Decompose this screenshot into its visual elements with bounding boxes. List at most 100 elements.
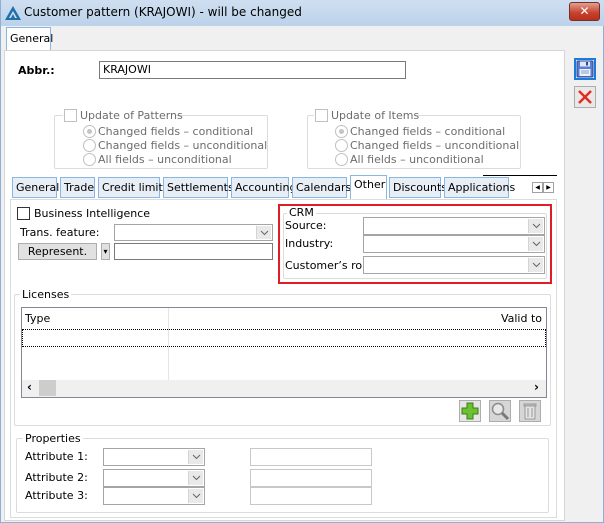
plus-icon — [461, 402, 479, 420]
column-header-type[interactable]: Type — [25, 312, 50, 325]
horizontal-scrollbar[interactable]: ‹ › — [22, 380, 546, 397]
abbr-label: Abbr.: — [18, 64, 55, 77]
attribute-1-input[interactable] — [250, 448, 372, 466]
attribute-2-select[interactable] — [103, 469, 205, 487]
source-label: Source: — [285, 219, 327, 232]
industry-select[interactable] — [363, 235, 545, 253]
licenses-legend: Licenses — [20, 288, 72, 301]
attribute-2-label: Attribute 2: — [25, 471, 88, 484]
search-icon — [491, 402, 510, 421]
attribute-3-select[interactable] — [103, 487, 205, 505]
tab-general-outer[interactable]: General — [6, 27, 54, 50]
caret-down-icon: ▾ — [103, 247, 108, 256]
tab-credit-limits[interactable]: Credit limits — [98, 177, 169, 198]
scroll-right-icon[interactable]: › — [534, 380, 539, 394]
represent-button-label: Represent. — [27, 245, 88, 258]
business-intelligence-label: Business Intelligence — [34, 207, 151, 220]
customer-role-select[interactable] — [363, 256, 545, 274]
tab-label: General — [16, 181, 60, 194]
chevron-down-icon[interactable] — [528, 219, 543, 233]
tab-general[interactable]: General — [12, 177, 60, 198]
attribute-3-input[interactable] — [250, 487, 372, 505]
update-items-checkbox[interactable] — [315, 109, 328, 122]
items-radio-changed-conditional[interactable] — [335, 125, 348, 138]
crm-legend: CRM — [287, 206, 316, 219]
attribute-3-label: Attribute 3: — [25, 489, 88, 502]
close-button[interactable]: ✕ — [569, 2, 600, 21]
chevron-down-icon[interactable] — [188, 489, 203, 503]
chevron-down-icon[interactable] — [528, 258, 543, 272]
attribute-1-label: Attribute 1: — [25, 450, 88, 463]
patterns-radio-changed-conditional[interactable] — [83, 125, 96, 138]
tab-trade[interactable]: Trade — [60, 177, 95, 198]
column-header-valid-to[interactable]: Valid to — [501, 312, 542, 325]
arrow-right-icon: ▶ — [546, 184, 551, 191]
represent-button[interactable]: Represent. — [18, 243, 97, 260]
patterns-option-label: Changed fields – conditional — [98, 125, 254, 138]
add-license-button[interactable] — [459, 400, 481, 422]
delete-license-button[interactable] — [519, 400, 541, 422]
tab-discounts[interactable]: Discounts — [389, 177, 447, 198]
tab-label: General — [10, 32, 54, 45]
update-patterns-label: Update of Patterns — [80, 109, 183, 122]
app-logo-icon — [5, 6, 21, 20]
arrow-left-icon: ◀ — [535, 184, 540, 191]
search-license-button[interactable] — [489, 400, 511, 422]
patterns-option-label: All fields – unconditional — [98, 153, 232, 166]
tab-label: Accounting — [235, 181, 297, 194]
tab-label: Applications — [448, 181, 516, 194]
chevron-down-icon[interactable] — [256, 226, 271, 239]
chevron-down-icon[interactable] — [188, 471, 203, 485]
patterns-radio-changed-unconditional[interactable] — [83, 139, 96, 152]
title-bar: Customer pattern (KRAJOWI) - will be cha… — [1, 0, 604, 26]
window-title: Customer pattern (KRAJOWI) - will be cha… — [24, 5, 302, 19]
tab-label: Other — [354, 178, 386, 191]
items-option-label: Changed fields – unconditional — [350, 139, 520, 152]
tab-scroll-right-button[interactable]: ▶ — [543, 182, 554, 193]
tab-accounting[interactable]: Accounting — [231, 177, 296, 198]
trans-feature-select[interactable] — [114, 224, 273, 241]
industry-label: Industry: — [285, 237, 334, 250]
tab-label: Discounts — [393, 181, 448, 194]
chevron-down-icon[interactable] — [188, 450, 203, 464]
items-option-label: Changed fields – conditional — [350, 125, 506, 138]
business-intelligence-checkbox[interactable] — [17, 207, 30, 220]
attribute-2-input[interactable] — [250, 469, 372, 487]
patterns-option-label: Changed fields – unconditional — [98, 139, 268, 152]
save-button[interactable] — [574, 58, 596, 80]
tab-other[interactable]: Other — [350, 175, 387, 199]
close-icon: ✕ — [579, 4, 590, 18]
items-option-label: All fields – unconditional — [350, 153, 484, 166]
chevron-down-icon[interactable] — [528, 237, 543, 251]
attribute-1-select[interactable] — [103, 448, 205, 466]
licenses-table: Type Valid to ‹ › — [21, 307, 547, 398]
cancel-button[interactable] — [574, 86, 596, 108]
items-radio-all-unconditional[interactable] — [335, 153, 348, 166]
tab-scroll-left-button[interactable]: ◀ — [532, 182, 543, 193]
trans-feature-label: Trans. feature: — [20, 226, 100, 239]
table-row[interactable] — [22, 329, 546, 347]
tab-strip-line — [483, 175, 557, 176]
tab-label: Calendars — [296, 181, 352, 194]
update-items-label: Update of Items — [331, 109, 420, 122]
scroll-left-icon[interactable]: ‹ — [27, 380, 32, 394]
close-icon — [578, 90, 592, 104]
update-patterns-checkbox[interactable] — [64, 109, 77, 122]
items-radio-changed-unconditional[interactable] — [335, 139, 348, 152]
patterns-radio-all-unconditional[interactable] — [83, 153, 96, 166]
represent-dropdown-button[interactable]: ▾ — [101, 243, 110, 260]
tab-calendars[interactable]: Calendars — [292, 177, 351, 198]
tab-label: Settlements — [167, 181, 234, 194]
save-icon — [576, 60, 594, 78]
trash-icon — [523, 403, 537, 420]
dialog-window: Customer pattern (KRAJOWI) - will be cha… — [0, 0, 604, 523]
abbr-input[interactable]: KRAJOWI — [99, 61, 406, 79]
tab-applications[interactable]: Applications — [444, 177, 515, 198]
tab-label: Trade — [64, 181, 95, 194]
tab-settlements[interactable]: Settlements — [163, 177, 234, 198]
source-select[interactable] — [363, 217, 545, 235]
properties-legend: Properties — [23, 432, 83, 445]
scrollbar-thumb[interactable] — [39, 380, 56, 396]
represent-input[interactable] — [114, 243, 273, 260]
tab-label: Credit limits — [102, 181, 169, 194]
